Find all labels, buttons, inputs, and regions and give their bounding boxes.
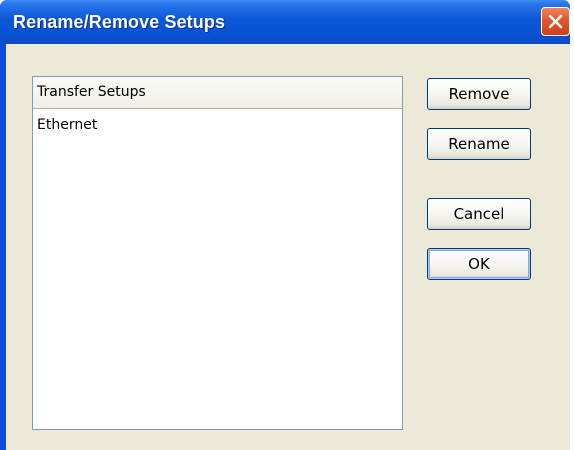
dialog-window: Rename/Remove Setups Transfer Setups Eth… [0,0,570,450]
transfer-setups-list[interactable]: Transfer Setups Ethernet [32,76,403,430]
list-header-label: Transfer Setups [37,84,146,100]
cancel-button[interactable]: Cancel [427,198,531,230]
rename-button[interactable]: Rename [427,128,531,160]
list-column-header[interactable]: Transfer Setups [33,77,402,109]
list-item-ethernet[interactable]: Ethernet [37,117,97,133]
ok-button[interactable]: OK [427,248,531,280]
dialog-client-area: Transfer Setups Ethernet Remove Rename C… [6,44,570,450]
close-icon [548,14,563,29]
remove-button[interactable]: Remove [427,78,531,110]
title-bar[interactable]: Rename/Remove Setups [0,0,570,44]
dialog-title: Rename/Remove Setups [13,12,226,32]
close-button[interactable] [541,7,570,36]
